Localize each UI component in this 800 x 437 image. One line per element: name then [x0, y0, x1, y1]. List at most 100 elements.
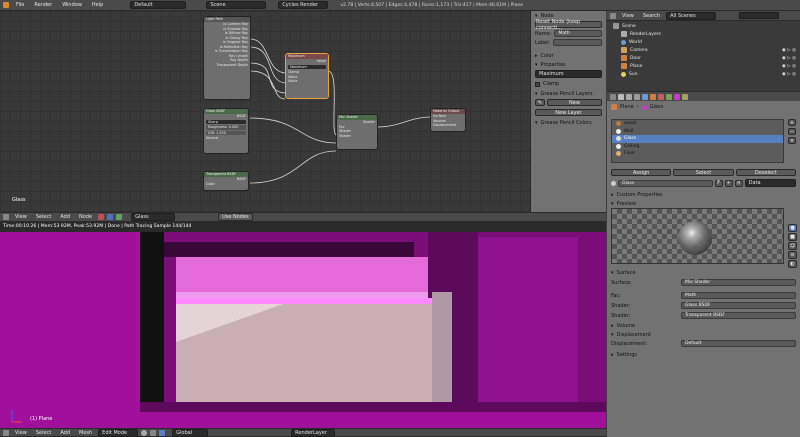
menu-mesh[interactable]: Mesh [76, 430, 95, 436]
object-tab-icon[interactable] [650, 93, 656, 100]
surface-shader-dropdown[interactable]: Mix Shader [681, 279, 796, 286]
node-label-field[interactable] [553, 39, 602, 46]
render-engine-dropdown[interactable]: Cycles Render [278, 1, 329, 9]
roughness-field[interactable]: Roughness: 0.000 [206, 125, 246, 130]
grease-pencil-layers-header[interactable]: ▾ Grease Pencil Layers [531, 89, 606, 98]
select-button[interactable]: Select [673, 169, 734, 176]
menu-add[interactable]: Add [57, 214, 73, 220]
layout-dropdown[interactable]: Default [130, 1, 187, 9]
outliner-item-world[interactable]: World [611, 38, 796, 46]
shader2-dropdown[interactable]: Transparent BSDF [681, 312, 796, 319]
settings-panel-header[interactable]: ▸ Settings [611, 350, 796, 359]
add-slot-button[interactable]: + [788, 119, 796, 126]
menu-node[interactable]: Node [76, 214, 95, 220]
deselect-button[interactable]: Deselect [735, 169, 796, 176]
link-dropdown[interactable]: Data [744, 179, 796, 187]
reset-node-button[interactable]: Reset Node (keep connecti... [535, 19, 602, 31]
material-selector[interactable]: Glass [131, 213, 176, 221]
preview-header[interactable]: ▾ Preview [611, 199, 796, 208]
render-tab-icon[interactable] [618, 93, 624, 100]
visibility-toggles[interactable]: ◉ ▷ ◎ [782, 72, 796, 77]
visibility-toggles[interactable]: ◉ ▷ ◎ [782, 48, 796, 53]
visibility-toggles[interactable]: ◉ ▷ ◎ [782, 56, 796, 61]
assign-button[interactable]: Assign [611, 169, 672, 176]
menu-add[interactable]: Add [57, 430, 73, 436]
fake-user-button[interactable]: F [714, 179, 723, 187]
menu-render[interactable]: Render [31, 2, 55, 8]
world-tab-icon[interactable] [642, 93, 648, 100]
material-slot-item[interactable]: Wall [612, 128, 783, 136]
shader1-dropdown[interactable]: Glass BSDF [681, 302, 796, 309]
menu-select[interactable]: Select [33, 214, 54, 220]
modifiers-tab-icon[interactable] [658, 93, 664, 100]
menu-search[interactable]: Search [640, 13, 663, 19]
menu-file[interactable]: File [13, 2, 27, 8]
material-slot-item[interactable]: Ceiling [612, 143, 783, 151]
outliner-item-scene[interactable]: Scene [611, 22, 796, 30]
render-layers-tab-icon[interactable] [626, 93, 632, 100]
menu-help[interactable]: Help [89, 2, 106, 8]
outliner-item-plane[interactable]: Plane ◉ ▷ ◎ [611, 62, 796, 70]
light-path-node[interactable]: Light Path Is Camera Ray Is Shadow Ray I… [203, 16, 251, 100]
use-nodes-toggle[interactable]: Use Nodes [218, 213, 253, 221]
material-name-field[interactable]: Glass [618, 179, 713, 187]
orientation-dropdown[interactable]: Global [172, 428, 209, 437]
pencil-icon[interactable]: ✎ [535, 99, 545, 106]
clamp-checkbox[interactable] [535, 81, 540, 87]
fac-input-dropdown[interactable]: Math [681, 292, 796, 299]
outliner-item-door[interactable]: Door ◉ ▷ ◎ [611, 54, 796, 62]
material-output-node[interactable]: Material Output Surface Volume Displacem… [430, 108, 466, 132]
preview-cube-icon[interactable]: ■ [788, 233, 797, 241]
material-slot-item-selected[interactable]: Glass [612, 135, 783, 143]
slot-menu-button[interactable]: ▾ [788, 137, 796, 144]
material-slot-list[interactable]: wood Wall Glass Ceiling Floor [611, 119, 784, 163]
transparent-bsdf-node[interactable]: Transparent BSDF BSDF Color [203, 171, 249, 191]
ior-field[interactable]: IOR: 1.450 [206, 130, 246, 135]
distribution-dropdown[interactable]: Sharp [206, 119, 246, 124]
pivot-icon[interactable] [150, 429, 157, 436]
material-slot-item[interactable]: wood [612, 120, 783, 128]
menu-view[interactable]: View [619, 13, 637, 19]
properties-panel-header[interactable]: ▾ Properties [531, 60, 606, 69]
editor-type-icon[interactable] [610, 93, 616, 100]
outliner-item-camera[interactable]: Camera ◉ ▷ ◎ [611, 46, 796, 54]
material-tab-icon[interactable] [674, 93, 680, 100]
unlink-material-button[interactable]: × [734, 179, 743, 187]
scene-tab-icon[interactable] [634, 93, 640, 100]
menu-window[interactable]: Window [59, 2, 85, 8]
visibility-toggles[interactable]: ◉ ▷ ◎ [782, 64, 796, 69]
math-operation-dropdown[interactable]: Maximum [288, 64, 326, 69]
glass-bsdf-node[interactable]: Glass BSDF BSDF Sharp Roughness: 0.000 I… [203, 108, 249, 154]
texture-tab-icon[interactable] [682, 93, 688, 100]
menu-view[interactable]: View [12, 430, 30, 436]
outliner-search-input[interactable] [739, 12, 780, 19]
render-viewport[interactable]: (1) Plane [0, 232, 606, 428]
remove-slot-button[interactable]: − [788, 128, 796, 135]
menu-select[interactable]: Select [33, 430, 54, 436]
editor-type-icon[interactable] [610, 12, 616, 19]
material-browse-icon[interactable] [611, 180, 616, 186]
material-slot-item[interactable]: Floor [612, 150, 783, 158]
shader-nodes-icon[interactable] [98, 214, 105, 220]
blender-logo-icon[interactable] [3, 2, 9, 8]
displacement-panel-header[interactable]: ▾ Displacement [611, 330, 796, 339]
surface-panel-header[interactable]: ▾ Surface [611, 268, 796, 277]
grease-pencil-colors-header[interactable]: ▾ Grease Pencil Colors [531, 118, 606, 127]
custom-properties-header[interactable]: ▸ Custom Properties [611, 190, 796, 199]
editor-type-icon[interactable] [3, 214, 9, 220]
menu-view[interactable]: View [12, 214, 30, 220]
texture-nodes-icon[interactable] [116, 214, 123, 220]
mix-shader-node[interactable]: Mix Shader Shader Fac Shader Shader [336, 114, 378, 150]
manipulator-icon[interactable] [159, 429, 166, 436]
node-name-field[interactable]: Math [554, 30, 602, 37]
outliner-filter-dropdown[interactable]: All Scenes [666, 11, 717, 20]
outliner-item-sun[interactable]: Sun ◉ ▷ ◎ [611, 70, 796, 78]
data-tab-icon[interactable] [666, 93, 672, 100]
render-layer-dropdown[interactable]: RenderLayer [291, 428, 336, 437]
new-layer-button[interactable]: New Layer [535, 109, 602, 116]
volume-panel-header[interactable]: ▸ Volume [611, 321, 796, 330]
node-editor-canvas[interactable]: Light Path Is Camera Ray Is Shadow Ray I… [0, 11, 530, 212]
mode-dropdown[interactable]: Edit Mode [98, 428, 139, 437]
scene-dropdown[interactable]: Scene [206, 1, 267, 9]
compositor-icon[interactable] [107, 214, 114, 220]
